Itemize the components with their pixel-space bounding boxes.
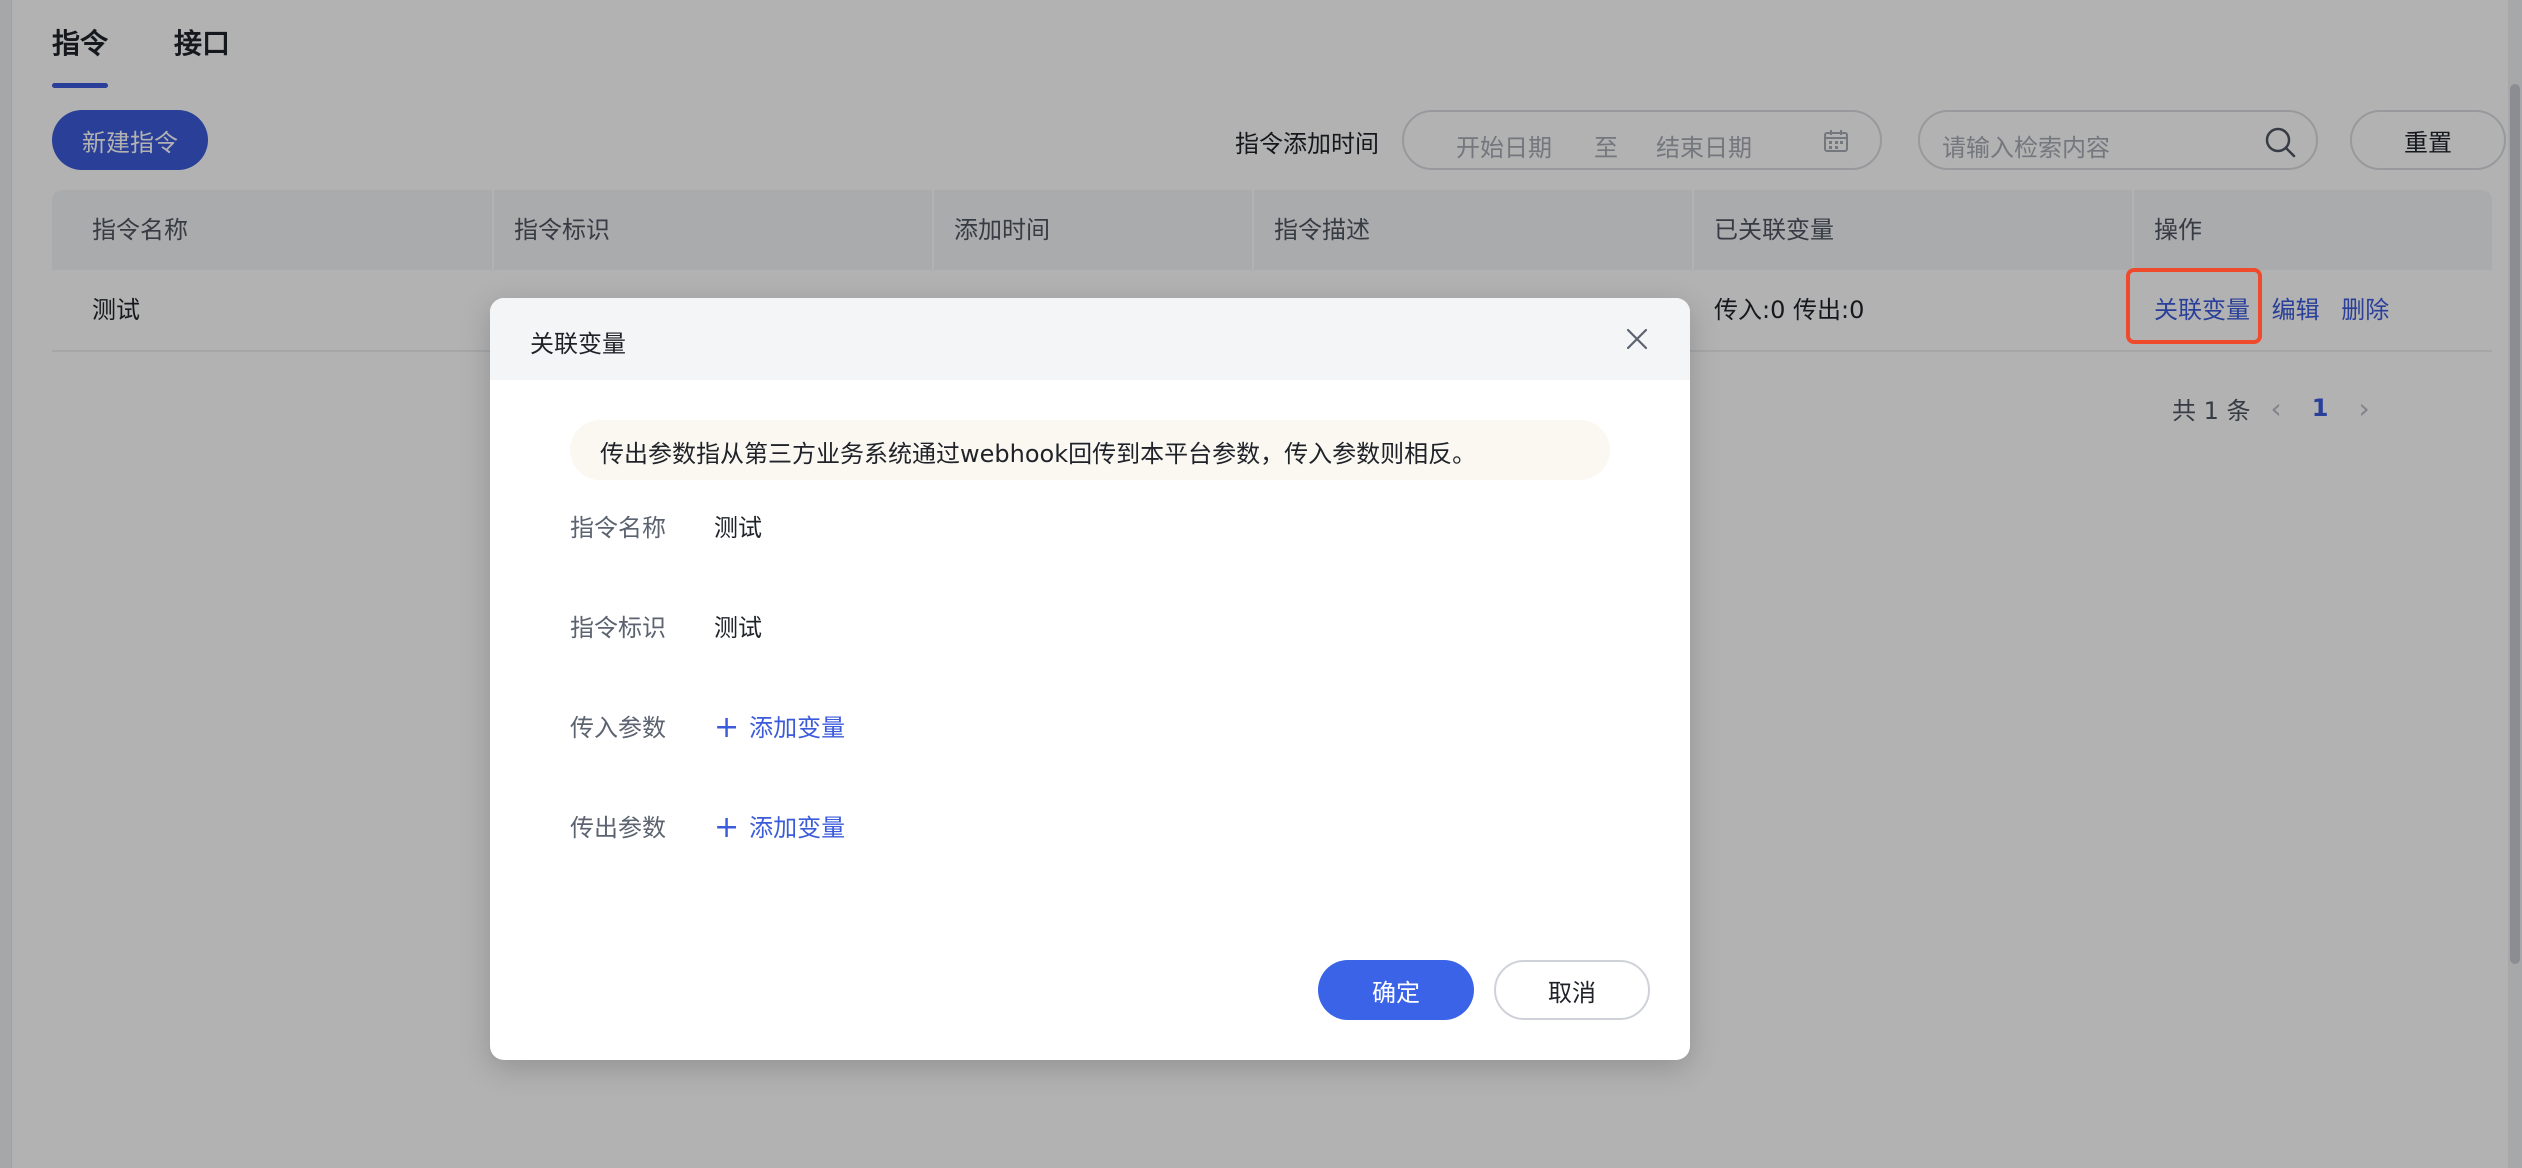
add-variable-label: 添加变量 xyxy=(749,814,846,842)
id-value: 测试 xyxy=(714,614,762,642)
dialog-title: 关联变量 xyxy=(530,330,626,358)
info-notice: 传出参数指从第三方业务系统通过webhook回传到本平台参数，传入参数则相反。 xyxy=(570,420,1610,480)
close-icon[interactable] xyxy=(1624,326,1650,352)
form-row-name: 指令名称 测试 xyxy=(570,508,1610,548)
notice-text: 传出参数指从第三方业务系统通过webhook回传到本平台参数，传入参数则相反。 xyxy=(600,440,1477,468)
form-row-input-params: 传入参数 + 添加变量 xyxy=(570,708,1610,748)
highlight-box xyxy=(2126,268,2262,344)
form-row-id: 指令标识 测试 xyxy=(570,608,1610,648)
plus-icon: + xyxy=(714,710,740,745)
add-output-variable-button[interactable]: + 添加变量 xyxy=(714,808,845,848)
add-variable-label: 添加变量 xyxy=(749,714,846,742)
link-variables-dialog: 关联变量 传出参数指从第三方业务系统通过webhook回传到本平台参数，传入参数… xyxy=(490,298,1690,1060)
cancel-button[interactable]: 取消 xyxy=(1494,960,1650,1020)
name-label: 指令名称 xyxy=(570,514,666,542)
id-label: 指令标识 xyxy=(570,614,666,642)
name-value: 测试 xyxy=(714,514,762,542)
plus-icon: + xyxy=(714,810,740,845)
confirm-button[interactable]: 确定 xyxy=(1318,960,1474,1020)
form-row-output-params: 传出参数 + 添加变量 xyxy=(570,808,1610,848)
dialog-header: 关联变量 xyxy=(490,298,1690,380)
add-input-variable-button[interactable]: + 添加变量 xyxy=(714,708,845,748)
output-params-label: 传出参数 xyxy=(570,814,666,842)
input-params-label: 传入参数 xyxy=(570,714,666,742)
